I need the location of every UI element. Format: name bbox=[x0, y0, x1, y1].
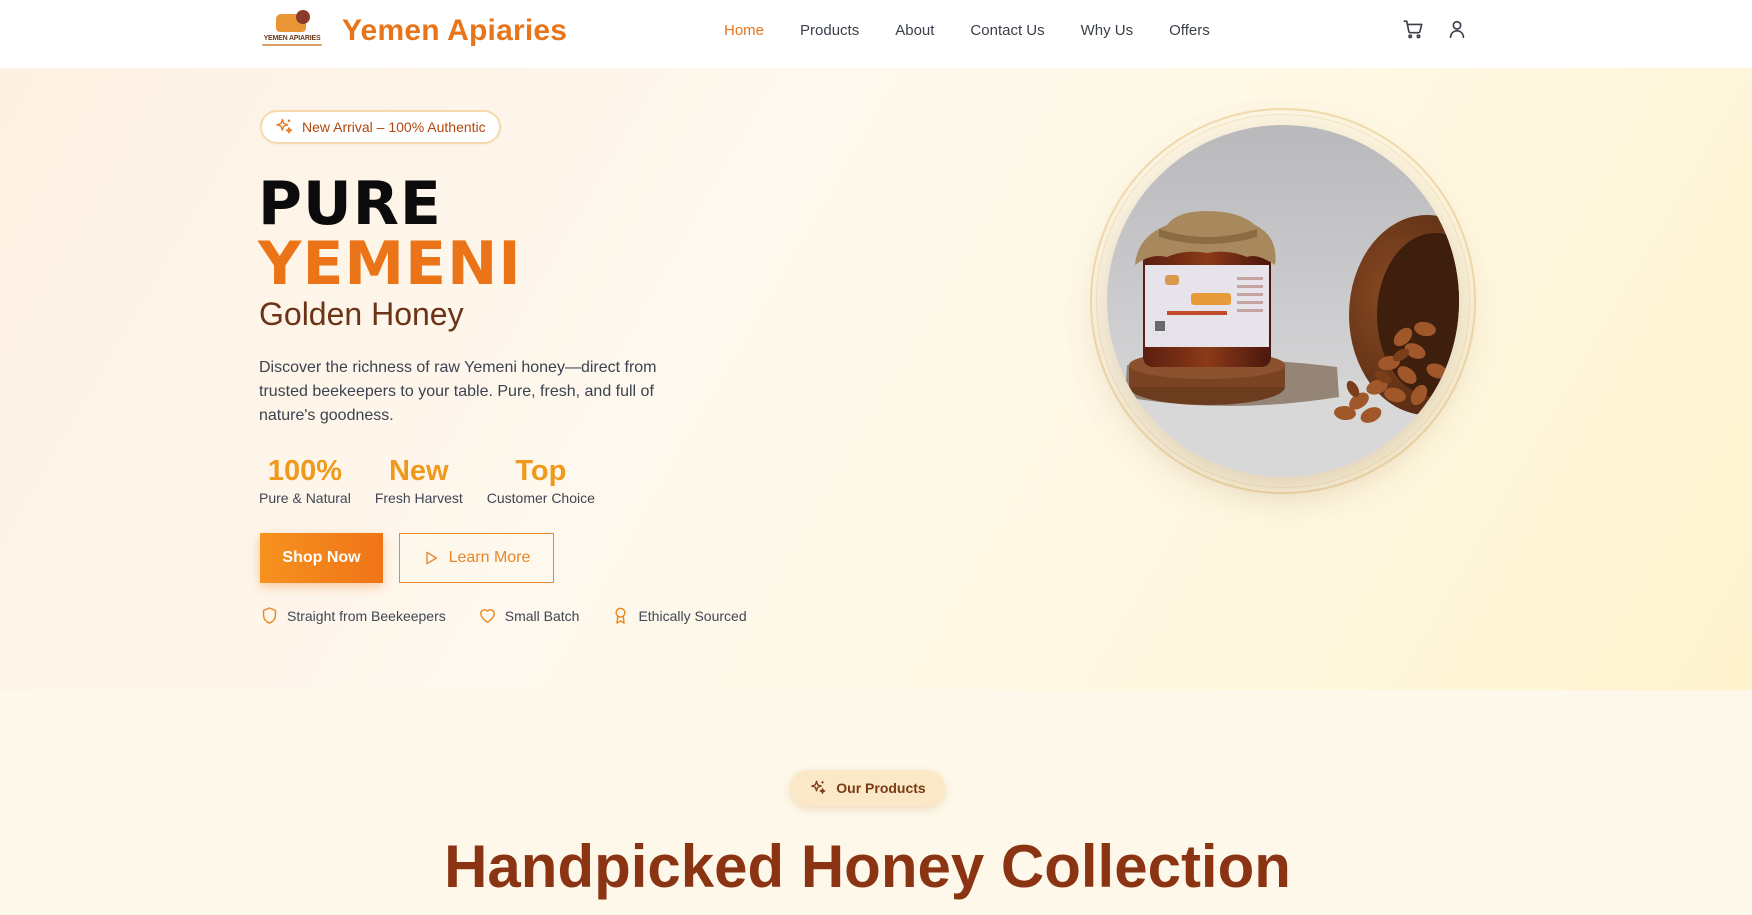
nav-actions bbox=[1402, 18, 1468, 40]
sparkles-icon bbox=[276, 118, 293, 134]
stat-top: Top Customer Choice bbox=[487, 454, 595, 506]
shop-now-button[interactable]: Shop Now bbox=[260, 533, 383, 583]
main-nav: Home Products About Contact Us Why Us Of… bbox=[724, 22, 1246, 39]
stat-label: Customer Choice bbox=[486, 490, 595, 506]
trust-label: Small Batch bbox=[504, 607, 580, 624]
trust-indicators: Straight from Beekeepers Small Batch Eth… bbox=[260, 606, 779, 625]
nav-link-products[interactable]: Products bbox=[800, 22, 859, 39]
trust-item-beekeepers: Straight from Beekeepers bbox=[260, 606, 446, 625]
brand-logo[interactable]: YEMEN APIARIES bbox=[260, 8, 324, 54]
nav-link-about[interactable]: About bbox=[895, 22, 934, 39]
hero-title-line1: PURE bbox=[258, 169, 442, 239]
stat-value: New bbox=[388, 455, 449, 487]
new-arrival-badge-text: New Arrival – 100% Authentic bbox=[302, 119, 486, 135]
stat-value: Top bbox=[515, 455, 567, 487]
hero-section: New Arrival – 100% Authentic PURE YEMENI… bbox=[0, 68, 1752, 690]
shield-icon bbox=[262, 607, 277, 624]
brand-name[interactable]: Yemen Apiaries bbox=[342, 14, 567, 48]
learn-more-button[interactable]: Learn More bbox=[399, 533, 554, 583]
stat-pure: 100% Pure & Natural bbox=[259, 454, 351, 506]
stat-value: 100% bbox=[267, 455, 342, 487]
sparkles-icon bbox=[811, 780, 826, 794]
nav-link-home[interactable]: Home bbox=[724, 22, 764, 39]
products-section: Our Products Handpicked Honey Collection bbox=[0, 690, 1752, 915]
trust-label: Straight from Beekeepers bbox=[287, 607, 446, 624]
trust-label: Ethically Sourced bbox=[638, 607, 747, 624]
honey-jar-illustration bbox=[1107, 125, 1459, 477]
nav-link-contact[interactable]: Contact Us bbox=[970, 22, 1044, 39]
stat-label: Pure & Natural bbox=[259, 490, 351, 506]
hero-description: Discover the richness of raw Yemeni hone… bbox=[259, 359, 657, 424]
our-products-badge-text: Our Products bbox=[836, 780, 926, 796]
learn-more-label: Learn More bbox=[448, 549, 531, 566]
play-icon bbox=[425, 551, 437, 565]
award-icon bbox=[615, 607, 627, 624]
logo-underline bbox=[262, 44, 322, 46]
products-title: Handpicked Honey Collection bbox=[444, 833, 1291, 900]
user-icon[interactable] bbox=[1446, 18, 1468, 40]
nav-link-offers[interactable]: Offers bbox=[1169, 22, 1210, 39]
logo-text: YEMEN APIARIES bbox=[263, 35, 321, 42]
logo-bee-icon bbox=[296, 10, 310, 24]
trust-item-ethical: Ethically Sourced bbox=[611, 606, 747, 625]
hero-stats: 100% Pure & Natural New Fresh Harvest To… bbox=[259, 454, 619, 506]
new-arrival-badge: New Arrival – 100% Authentic bbox=[260, 110, 501, 144]
navbar: YEMEN APIARIES Yemen Apiaries Home Produ… bbox=[0, 0, 1752, 68]
nav-link-why-us[interactable]: Why Us bbox=[1081, 22, 1134, 39]
hero-title-line2: YEMENI bbox=[258, 229, 522, 299]
hero-subtitle: Golden Honey bbox=[259, 296, 464, 332]
stat-new: New Fresh Harvest bbox=[375, 454, 463, 506]
heart-icon bbox=[479, 609, 495, 623]
our-products-badge: Our Products bbox=[790, 770, 945, 806]
trust-item-small-batch: Small Batch bbox=[478, 606, 580, 625]
hero-product-image bbox=[1107, 125, 1459, 477]
stat-label: Fresh Harvest bbox=[374, 490, 463, 506]
brand[interactable]: YEMEN APIARIES Yemen Apiaries bbox=[260, 8, 567, 54]
cart-icon[interactable] bbox=[1402, 18, 1424, 40]
